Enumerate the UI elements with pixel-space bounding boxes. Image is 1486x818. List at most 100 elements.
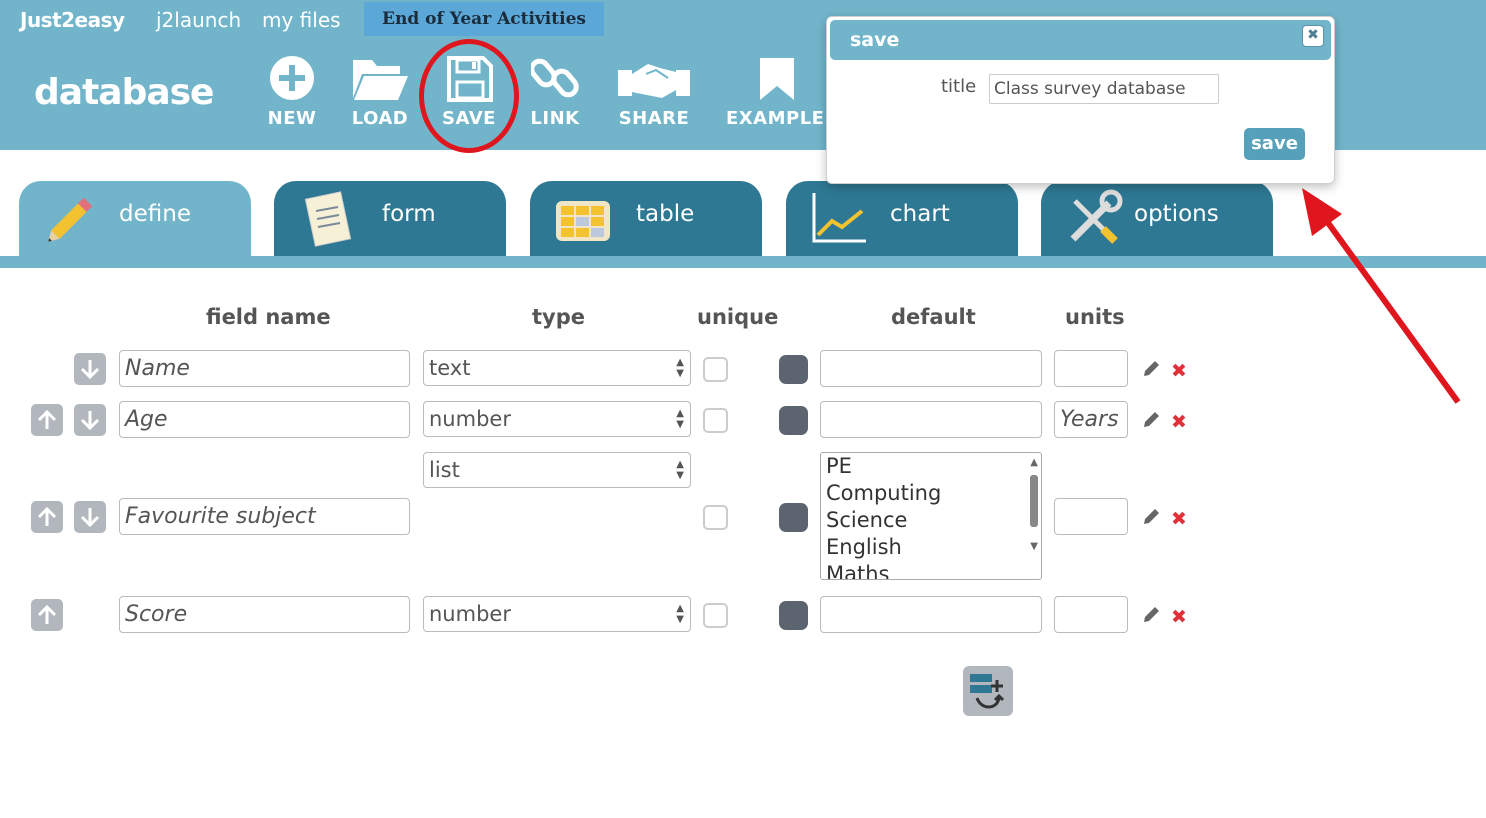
- list-option[interactable]: Computing: [821, 480, 1041, 507]
- folder-icon: [353, 60, 408, 100]
- my-files-link[interactable]: my files: [262, 8, 341, 32]
- edit-pencil-icon[interactable]: [1141, 359, 1161, 379]
- column-header-type: type: [532, 305, 586, 329]
- tab-table-label: table: [636, 201, 695, 227]
- list-option[interactable]: PE: [821, 453, 1041, 480]
- share-label: SHARE: [618, 108, 690, 129]
- add-row-icon: [970, 674, 1005, 709]
- delete-field-button[interactable]: ✖: [1171, 411, 1187, 433]
- red-annotation-arrow: [1302, 188, 1461, 404]
- end-of-year-banner[interactable]: End of Year Activities: [364, 2, 604, 36]
- chain-link-icon: [531, 58, 579, 98]
- dialog-save-button[interactable]: save: [1244, 128, 1305, 160]
- just2easy-link[interactable]: Just2easy: [20, 8, 125, 32]
- move-up-button[interactable]: [31, 501, 63, 533]
- scroll-down-icon[interactable]: ▼: [1030, 541, 1038, 552]
- unique-checkbox[interactable]: [703, 603, 728, 628]
- units-input[interactable]: [1054, 350, 1128, 387]
- title-input[interactable]: Class survey database: [989, 74, 1219, 104]
- link-label: LINK: [530, 108, 580, 129]
- delete-field-button[interactable]: ✖: [1171, 508, 1187, 530]
- title-label: title: [941, 76, 977, 97]
- units-input[interactable]: Years: [1054, 401, 1128, 438]
- close-icon[interactable]: ✖: [1302, 25, 1324, 47]
- tab-chart-label: chart: [890, 201, 950, 227]
- field-type-select[interactable]: list ▲ ▼: [423, 452, 691, 488]
- edit-pencil-icon[interactable]: [1141, 410, 1161, 430]
- list-option[interactable]: Science: [821, 507, 1041, 534]
- field-name-input[interactable]: Name: [119, 350, 410, 387]
- field-type-value: number: [429, 407, 511, 431]
- tab-options[interactable]: options: [1041, 181, 1273, 256]
- tab-define[interactable]: define: [19, 181, 251, 268]
- examples-button[interactable]: EXAMPLES: [726, 54, 830, 129]
- delete-field-button[interactable]: ✖: [1171, 360, 1187, 382]
- default-input[interactable]: [820, 596, 1042, 633]
- delete-field-button[interactable]: ✖: [1171, 606, 1187, 628]
- field-type-select[interactable]: number ▲ ▼: [423, 401, 691, 437]
- arrow-down-icon: [80, 411, 100, 431]
- bookmark-icon: [760, 58, 794, 100]
- tab-form[interactable]: form: [274, 181, 506, 256]
- move-up-button[interactable]: [31, 404, 63, 436]
- link-button[interactable]: LINK: [527, 54, 583, 129]
- field-name-input[interactable]: Score: [119, 596, 410, 633]
- default-input[interactable]: [820, 350, 1042, 387]
- field-name-input[interactable]: Favourite subject: [119, 498, 410, 535]
- add-field-button[interactable]: [963, 666, 1013, 716]
- column-header-default: default: [891, 305, 976, 329]
- share-button[interactable]: SHARE: [615, 54, 693, 129]
- listbox-scrollbar[interactable]: [1030, 475, 1038, 527]
- column-header-units: units: [1065, 305, 1125, 329]
- list-option[interactable]: Maths: [821, 561, 1041, 579]
- move-down-button[interactable]: [74, 501, 106, 533]
- handshake-icon: [618, 64, 690, 98]
- tab-form-label: form: [382, 201, 436, 227]
- units-input[interactable]: [1054, 498, 1128, 535]
- unique-checkbox[interactable]: [703, 408, 728, 433]
- field-type-select[interactable]: text ▲ ▼: [423, 350, 691, 386]
- wrench-screwdriver-icon: [1070, 189, 1123, 244]
- tab-chart[interactable]: chart: [786, 181, 1018, 256]
- save-dialog-title: save: [830, 20, 1331, 60]
- default-toggle[interactable]: [779, 355, 808, 384]
- arrow-down-icon: [80, 360, 100, 380]
- column-header-field-name: field name: [206, 305, 331, 329]
- unique-checkbox[interactable]: [703, 505, 728, 530]
- default-toggle[interactable]: [779, 503, 808, 532]
- line-chart-icon: [812, 193, 866, 243]
- tab-table[interactable]: table: [530, 181, 762, 256]
- arrow-up-icon: [37, 409, 57, 429]
- move-down-button[interactable]: [74, 353, 106, 385]
- edit-pencil-icon[interactable]: [1141, 507, 1161, 527]
- load-button[interactable]: LOAD: [347, 54, 413, 129]
- field-type-select[interactable]: number ▲ ▼: [423, 596, 691, 632]
- field-name-input[interactable]: Age: [119, 401, 410, 438]
- notepad-icon: [304, 191, 352, 247]
- select-arrows-icon: ▲ ▼: [676, 459, 684, 481]
- pencil-icon: [48, 197, 93, 242]
- unique-checkbox[interactable]: [703, 357, 728, 382]
- select-arrows-icon: ▲ ▼: [676, 357, 684, 379]
- default-toggle[interactable]: [779, 406, 808, 435]
- list-options-box[interactable]: PE Computing Science English Maths ▲ ▼: [820, 452, 1042, 580]
- field-type-value: list: [429, 458, 460, 482]
- default-toggle[interactable]: [779, 601, 808, 630]
- plus-circle-icon: [270, 56, 314, 100]
- arrow-down-icon: [80, 508, 100, 528]
- list-option[interactable]: English: [821, 534, 1041, 561]
- table-grid-icon: [556, 201, 610, 241]
- units-input[interactable]: [1054, 596, 1128, 633]
- select-arrows-icon: ▲ ▼: [676, 603, 684, 625]
- select-arrows-icon: ▲ ▼: [676, 408, 684, 430]
- move-up-button[interactable]: [31, 599, 63, 631]
- arrow-up-icon: [37, 604, 57, 624]
- move-down-button[interactable]: [74, 404, 106, 436]
- default-input[interactable]: [820, 401, 1042, 438]
- scroll-up-icon[interactable]: ▲: [1030, 457, 1038, 468]
- database-logo: database: [34, 72, 214, 113]
- edit-pencil-icon[interactable]: [1141, 605, 1161, 625]
- new-button[interactable]: NEW: [262, 54, 322, 129]
- j2launch-link[interactable]: j2launch: [156, 8, 241, 32]
- field-type-value: number: [429, 602, 511, 626]
